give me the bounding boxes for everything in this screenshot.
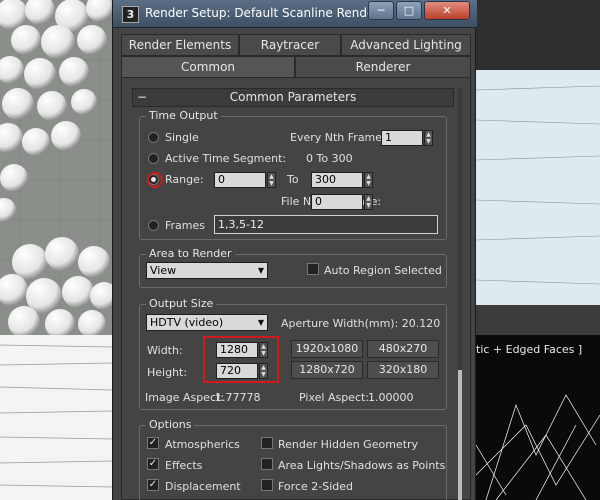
preset-1920x1080-button[interactable]: 1920x1080	[291, 340, 363, 358]
height-label: Height:	[147, 366, 188, 379]
atmospherics-checkbox[interactable]: ✓	[147, 437, 159, 449]
viewport-caption: tic + Edged Faces ]	[476, 343, 583, 356]
single-label: Single	[165, 131, 199, 144]
viewport-tr-render	[476, 0, 600, 335]
active-segment-label: Active Time Segment:	[165, 152, 287, 165]
width-label: Width:	[147, 344, 183, 357]
viewport-bl-render	[0, 344, 112, 488]
range-label: Range:	[165, 173, 204, 186]
maximize-button[interactable]: □	[396, 1, 422, 20]
every-nth-input[interactable]: 1	[381, 130, 423, 146]
viewport-bottom-left[interactable]	[0, 335, 112, 500]
output-size-label: Output Size	[146, 297, 217, 310]
preset-320x180-button[interactable]: 320x180	[367, 361, 439, 379]
active-segment-radio[interactable]	[148, 153, 159, 164]
frames-label: Frames	[165, 219, 206, 232]
render-hidden-geometry-checkbox[interactable]	[261, 437, 273, 449]
every-nth-label: Every Nth Frame:	[290, 131, 386, 144]
scrollbar-thumb[interactable]	[458, 370, 462, 500]
viewport-bottom-right[interactable]: tic + Edged Faces ]	[476, 335, 600, 500]
render-setup-dialog: 3 Render Setup: Default Scanline Rendere…	[112, 0, 477, 500]
tab-advanced-lighting[interactable]: Advanced Lighting	[341, 34, 471, 56]
every-nth-spinner[interactable]: ▲ ▼	[424, 130, 433, 146]
area-to-render-label: Area to Render	[146, 247, 235, 260]
time-output-label: Time Output	[146, 109, 221, 122]
app-icon: 3	[122, 6, 139, 23]
image-aspect-value: 1.77778	[215, 391, 261, 404]
pixel-aspect-label: Pixel Aspect:	[299, 391, 370, 404]
output-size-dropdown[interactable]: HDTV (video) ▼	[146, 314, 268, 331]
file-number-base-input[interactable]: 0	[311, 194, 363, 210]
auto-region-label: Auto Region Selected	[324, 264, 442, 277]
preset-1280x720-button[interactable]: 1280x720	[291, 361, 363, 379]
range-end-spinner[interactable]: ▲ ▼	[364, 172, 373, 188]
range-highlight-circle	[147, 172, 163, 188]
minimize-button[interactable]: ─	[368, 1, 394, 20]
range-start-spinner[interactable]: ▲ ▼	[267, 172, 276, 188]
range-end-input[interactable]: 300	[311, 172, 363, 188]
size-highlight-rect	[203, 336, 279, 383]
range-to-label: To	[287, 173, 299, 186]
frames-radio[interactable]	[148, 220, 159, 231]
force-2-sided-label: Force 2-Sided	[278, 480, 353, 493]
effects-label: Effects	[165, 459, 203, 472]
range-start-input[interactable]: 0	[214, 172, 266, 188]
output-size-value: HDTV (video)	[150, 316, 224, 329]
area-lights-label: Area Lights/Shadows as Points	[278, 459, 446, 472]
viewport-top-left[interactable]	[0, 0, 112, 335]
frames-input[interactable]: 1,3,5-12	[214, 215, 438, 234]
tab-raytracer[interactable]: Raytracer	[239, 34, 341, 56]
collapse-icon[interactable]: −	[137, 89, 147, 106]
force-2-sided-checkbox[interactable]	[261, 479, 273, 491]
area-lights-checkbox[interactable]	[261, 458, 273, 470]
displacement-checkbox[interactable]: ✓	[147, 479, 159, 491]
preset-480x270-button[interactable]: 480x270	[367, 340, 439, 358]
chevron-down-icon: ▼	[257, 318, 264, 327]
rollout-title: Common Parameters	[229, 90, 357, 104]
displacement-label: Displacement	[165, 480, 241, 493]
effects-checkbox[interactable]: ✓	[147, 458, 159, 470]
viewport-top-right[interactable]	[476, 0, 600, 335]
area-to-render-value: View	[150, 264, 177, 277]
tab-renderer[interactable]: Renderer	[295, 56, 471, 78]
area-to-render-dropdown[interactable]: View ▼	[146, 262, 268, 279]
image-aspect-label: Image Aspect:	[145, 391, 225, 404]
tab-common[interactable]: Common	[121, 56, 295, 78]
chevron-down-icon: ▼	[257, 266, 264, 275]
atmospherics-label: Atmospherics	[165, 438, 240, 451]
close-button[interactable]: ✕	[424, 1, 470, 20]
single-radio[interactable]	[148, 132, 159, 143]
rollout-common-parameters[interactable]: − Common Parameters	[132, 88, 454, 107]
render-hidden-geometry-label: Render Hidden Geometry	[278, 438, 419, 451]
window-title: Render Setup: Default Scanline Renderer	[145, 6, 392, 20]
auto-region-checkbox[interactable]	[307, 263, 319, 275]
options-label: Options	[146, 418, 195, 431]
file-number-base-spinner[interactable]: ▲ ▼	[364, 194, 373, 210]
active-segment-value: 0 To 300	[306, 152, 353, 165]
title-bar[interactable]: 3 Render Setup: Default Scanline Rendere…	[113, 0, 477, 28]
pixel-aspect-value: 1.00000	[368, 391, 414, 404]
viewport-tl-render	[0, 0, 112, 335]
aperture-width-label: Aperture Width(mm): 20.120	[281, 317, 441, 330]
tab-render-elements[interactable]: Render Elements	[121, 34, 239, 56]
